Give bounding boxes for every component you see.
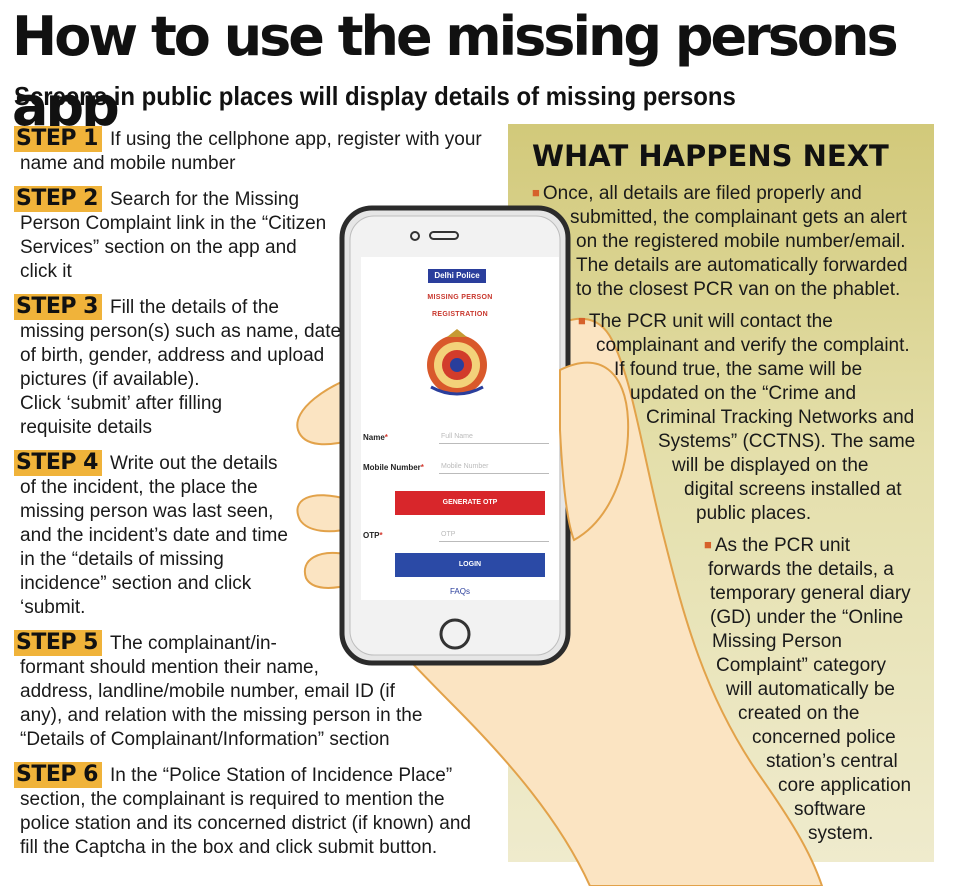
screen-heading-1: MISSING PERSON [427,294,493,301]
step-1: STEP 1 If using the cellphone app, regist… [14,126,482,176]
next-text-line: Criminal Tracking Networks and [646,407,915,428]
step-text-line: police station and its concerned distric… [20,813,471,834]
next-text-line: Missing Person [712,631,842,652]
step-badge: STEP 1 [14,126,102,152]
step-text-line: requisite details [20,417,153,438]
step-4: STEP 4 Write out the details of the incid… [14,450,288,620]
step-text-line: The complainant/in- [109,633,277,654]
name-label: Name* [363,433,388,442]
step-text-line: pictures (if available). [20,369,200,390]
step-text-line: and the incident’s date and time [20,525,288,546]
next-text-line: The details are automatically forwarded [576,255,908,276]
next-text-line: core application [778,775,912,796]
step-text-line: Fill the details of the [109,297,279,318]
next-text-line: will be displayed on the [672,455,869,476]
step-text-line: in the “details of missing [20,549,224,570]
screen-heading-2: REGISTRATION [432,311,488,318]
step-5: STEP 5 The complainant/in- formant should… [14,630,423,752]
step-text-line: fill the Captcha in the box and click su… [20,837,438,858]
bullet-square-icon: ■ [704,537,712,552]
step-text-line: missing person(s) such as name, date [20,321,342,342]
next-text-line: (GD) under the “Online [710,607,904,628]
next-text-line: station’s central [766,751,898,772]
next-text-line: will automatically be [726,679,895,700]
step-text-line: formant should mention their name, [20,657,319,678]
step-2: STEP 2 Search for the Missing Person Comp… [14,186,327,284]
login-button[interactable]: LOGIN [395,553,545,577]
generate-otp-button[interactable]: GENERATE OTP [395,491,545,515]
next-text-line: updated on the “Crime and [630,383,857,404]
next-text-line: concerned police [752,727,896,748]
bullet-square-icon: ■ [578,313,586,328]
police-emblem-icon [427,329,487,396]
step-text-line: name and mobile number [20,153,236,174]
step-badge: STEP 3 [14,294,102,320]
step-text-line: incidence” section and click [20,573,252,594]
step-3: STEP 3 Fill the details of the missing pe… [14,294,342,440]
next-text-line: Complaint” category [716,655,887,676]
step-text-line: Write out the details [109,453,278,474]
step-text-line: click it [20,261,72,282]
step-text-line: Services” section on the app and [20,237,297,258]
next-text-line: to the closest PCR van on the phablet. [576,279,901,300]
next-text-line: submitted, the complainant gets an alert [570,207,907,228]
next-text-line: public places. [696,503,812,524]
next-text-line: created on the [738,703,860,724]
step-text-line: address, landline/mobile number, email I… [20,681,395,702]
step-text-line: section, the complainant is required to … [20,789,445,810]
otp-label: OTP* [363,531,383,540]
next-text-line: forwards the details, a [708,559,894,580]
step-text-line: In the “Police Station of Incidence Plac… [109,765,453,786]
step-6: STEP 6 In the “Police Station of Incidenc… [14,762,471,860]
step-text-line: If using the cellphone app, register wit… [109,129,482,150]
mobile-number-label: Mobile Number* [363,463,424,472]
step-text-line: any), and relation with the missing pers… [20,705,423,726]
step-text-line: of the incident, the place the [20,477,258,498]
step-text-line: Search for the Missing [109,189,300,210]
next-text-line: The PCR unit will contact the [588,311,833,332]
next-text-line: system. [808,823,874,844]
bullet-square-icon: ■ [532,185,540,200]
next-text-line: digital screens installed at [684,479,902,500]
step-badge: STEP 5 [14,630,102,656]
next-text-line: Systems” (CCTNS). The same [658,431,916,452]
step-badge: STEP 6 [14,762,102,788]
next-text-line: temporary general diary [710,583,911,604]
step-text-line: missing person was last seen, [20,501,274,522]
step-text-line: Click ‘submit’ after filling [20,393,223,414]
step-text-line: of birth, gender, address and upload [20,345,325,366]
otp-field[interactable]: OTP [439,529,549,542]
next-text-line: complainant and verify the complaint. [596,335,910,356]
step-text-line: “Details of Complainant/Information” sec… [20,729,390,750]
next-text-line: on the registered mobile number/email. [576,231,906,252]
step-badge: STEP 4 [14,450,102,476]
next-text-line: As the PCR unit [714,535,851,556]
step-badge: STEP 2 [14,186,102,212]
step-text-line: Person Complaint link in the “Citizen [20,213,327,234]
faqs-link[interactable]: FAQs [361,587,559,596]
next-text-line: software [794,799,866,820]
phone-screen: Delhi Police MISSING PERSON REGISTRATION… [361,257,559,600]
next-text-line: Once, all details are filed properly and [542,183,862,204]
next-text-line: If found true, the same will be [614,359,863,380]
step-text-line: ‘submit. [20,597,86,618]
name-field[interactable]: Full Name [439,431,549,444]
mobile-number-field[interactable]: Mobile Number [439,461,549,474]
delhi-police-badge: Delhi Police [428,269,486,283]
